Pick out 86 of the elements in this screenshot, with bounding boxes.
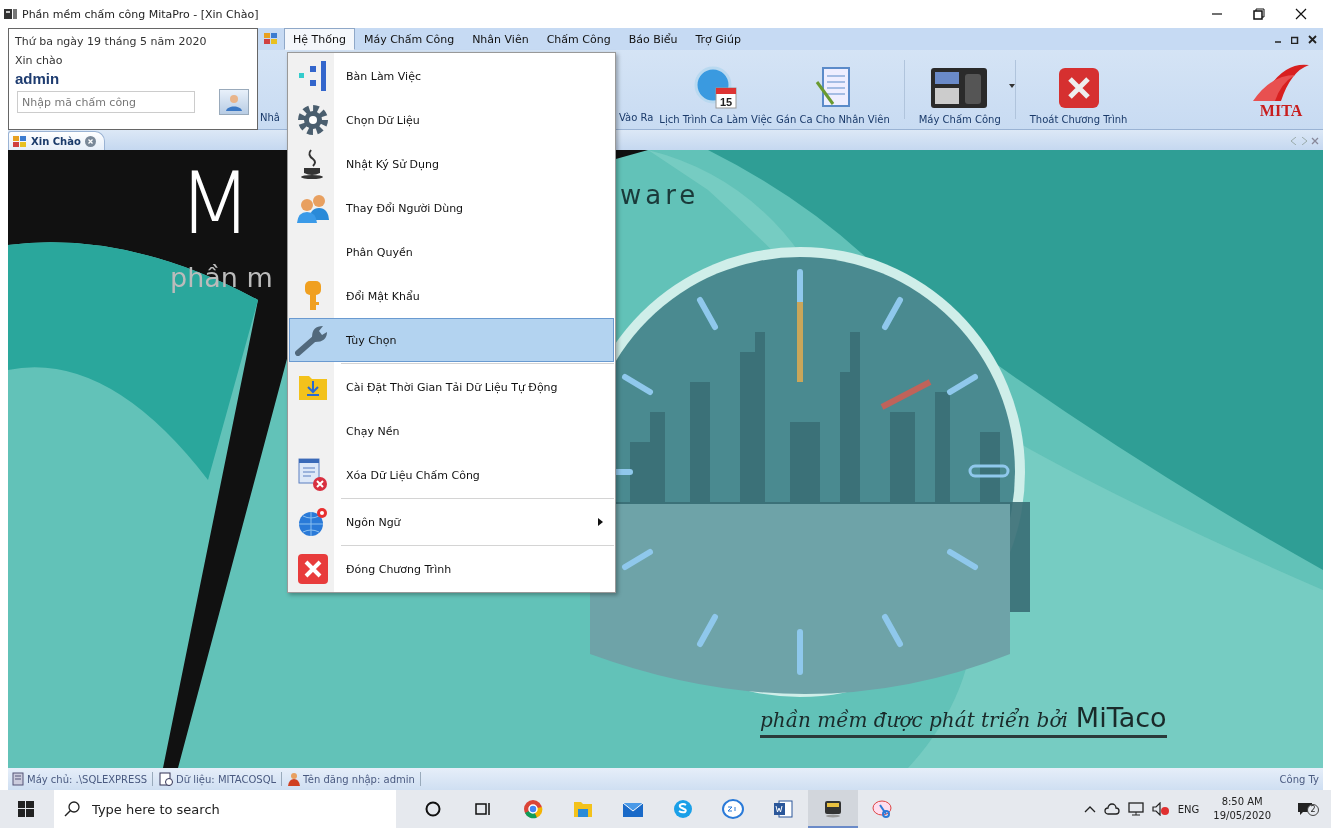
splash-logo-letter: M — [178, 158, 253, 248]
document-w-icon — [773, 799, 793, 819]
menu-item[interactable]: Phân Quyền — [289, 230, 614, 274]
restore-icon[interactable] — [1253, 8, 1265, 20]
globe-icon — [298, 507, 328, 537]
toolbar-button[interactable]: Thoát Chương Trình — [1029, 114, 1128, 125]
tagline-text: phần mềm được phát triển bởi — [760, 708, 1068, 732]
delete-data-icon — [298, 458, 328, 492]
scissors-icon — [872, 799, 894, 819]
taskbar-app-button[interactable] — [808, 790, 858, 828]
server-icon — [12, 772, 24, 786]
menu-item[interactable]: Chấm Công — [537, 28, 620, 50]
splash-title-text: ware — [620, 180, 700, 210]
app-icon — [4, 8, 18, 20]
menu-item[interactable]: Máy Chấm Công — [354, 28, 464, 50]
restore-icon[interactable] — [1291, 34, 1300, 44]
window-icon — [264, 33, 278, 45]
cloud-icon[interactable] — [1103, 803, 1120, 815]
user-icon — [224, 92, 244, 112]
settings-icon — [297, 104, 329, 136]
status-text: Dữ liệu: MITACOSQL — [176, 773, 277, 785]
menu-item[interactable]: Đóng Chương Trình — [289, 547, 614, 591]
calendar-icon — [715, 87, 737, 109]
brand-text: MiTaco — [1075, 702, 1167, 733]
folder-icon — [573, 800, 593, 818]
circle-icon — [425, 801, 441, 817]
status-text: Máy chủ: .\SQLEXPRESS — [27, 773, 148, 785]
status-text: Tên đăng nhập: admin — [303, 773, 415, 785]
window-title: Phần mềm chấm công MitaPro - [Xin Chào] — [22, 7, 260, 21]
username-text: admin — [15, 70, 61, 87]
clock-date: 19/05/2020 — [1213, 809, 1271, 823]
exit-icon — [1056, 66, 1101, 110]
menu-item[interactable]: Bàn Làm Việc — [289, 54, 614, 98]
greeting-text: Xin chào — [15, 53, 64, 69]
menu-item[interactable]: Ngôn Ngữ — [289, 500, 614, 544]
menu-item[interactable]: Tùy Chọn — [289, 318, 614, 362]
close-icon[interactable] — [1295, 8, 1307, 20]
attendance-code-field[interactable]: Nhập mã chấm công — [17, 91, 195, 113]
menu-item[interactable]: Chọn Dữ Liệu — [289, 98, 614, 142]
tab[interactable]: Xin Chào — [8, 131, 105, 150]
caret-icon[interactable] — [1008, 84, 1015, 88]
tab-label: Xin Chào — [31, 135, 81, 147]
toolbar-button[interactable]: Máy Chấm Công — [918, 114, 1001, 125]
calendar-day-text: 15 — [719, 96, 732, 108]
browser-icon — [523, 799, 543, 819]
chevron-up-icon[interactable] — [1083, 805, 1096, 813]
database-icon — [159, 772, 174, 786]
toolbar-button[interactable]: Nhâ — [258, 112, 283, 123]
menu-item[interactable]: Nhân Viên — [463, 28, 538, 50]
window-icon — [13, 135, 27, 147]
menu-item[interactable]: Nhật Ký Sử Dụng — [289, 142, 614, 186]
chat-s-icon — [673, 799, 693, 819]
close-icon — [297, 553, 329, 585]
user-icon — [288, 772, 301, 786]
taskbar-search-field[interactable]: Type here to search — [54, 790, 396, 828]
speaker-muted-icon[interactable] — [1151, 802, 1170, 816]
company-label: Công Ty — [1279, 773, 1319, 785]
notification-count: 2 — [1307, 804, 1319, 816]
menu-item[interactable]: Báo Biểu — [619, 28, 687, 50]
menu-item[interactable]: Trợ Giúp — [686, 28, 750, 50]
language-indicator[interactable]: ENG — [1177, 803, 1200, 815]
windows-start-icon[interactable] — [18, 801, 34, 817]
menu-item[interactable]: Cài Đặt Thời Gian Tải Dữ Liệu Tự Động — [289, 365, 614, 409]
chat-bubble-icon — [722, 799, 744, 819]
device-icon — [823, 798, 843, 818]
notification-button[interactable]: 2 — [1297, 802, 1319, 816]
clock-time: 8:50 AM — [1221, 795, 1263, 809]
user-button[interactable] — [219, 89, 249, 115]
date-text: Thứ ba ngày 19 tháng 5 năm 2020 — [15, 34, 208, 50]
menu-item[interactable]: Xóa Dữ Liệu Chấm Công — [289, 453, 614, 497]
users-icon — [296, 192, 330, 224]
search-icon — [64, 801, 80, 817]
mail-icon — [622, 800, 644, 818]
logo-text: MITA — [1259, 102, 1303, 119]
menu-item[interactable]: Thay Đổi Người Dùng — [289, 186, 614, 230]
toolbar-button[interactable]: Vào Ra — [619, 112, 654, 123]
menu-item[interactable]: Chạy Nền — [289, 409, 614, 453]
menu-item[interactable]: Đổi Mật Khẩu — [289, 274, 614, 318]
toolbar-button[interactable]: Lịch Trình Ca Làm Việc — [659, 114, 773, 125]
close-icon[interactable] — [1308, 34, 1317, 44]
grid-icon — [298, 60, 328, 92]
key-icon — [303, 280, 323, 312]
task-view-icon — [475, 801, 491, 817]
toolbar-button[interactable]: Gán Ca Cho Nhân Viên — [776, 114, 890, 125]
menu-item[interactable]: Hệ Thống — [284, 28, 355, 50]
monitor-icon[interactable] — [1127, 802, 1144, 816]
